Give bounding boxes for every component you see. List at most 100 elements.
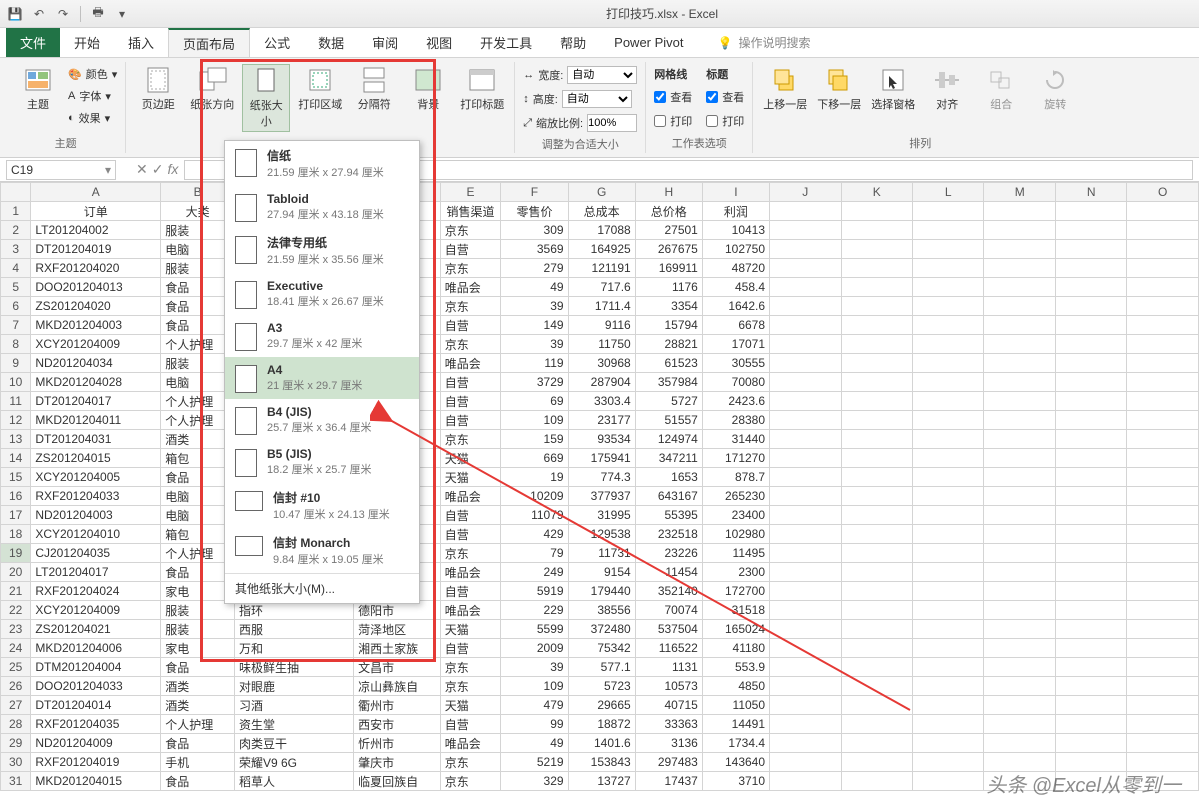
cell[interactable]: 西服 (234, 620, 353, 639)
cell[interactable]: 3569 (501, 240, 568, 259)
printarea-button[interactable]: 打印区域 (296, 64, 344, 114)
cell[interactable]: 5919 (501, 582, 568, 601)
row-header[interactable]: 16 (1, 487, 31, 506)
cell[interactable]: 30968 (568, 354, 635, 373)
cell[interactable]: 11454 (635, 563, 702, 582)
cell[interactable]: 878.7 (702, 468, 769, 487)
cell[interactable]: MKD201204028 (31, 373, 161, 392)
cell[interactable]: LT201204002 (31, 221, 161, 240)
cell[interactable]: 352140 (635, 582, 702, 601)
cell[interactable]: 69 (501, 392, 568, 411)
cell[interactable]: 70074 (635, 601, 702, 620)
cell[interactable]: XCY201204009 (31, 335, 161, 354)
cell[interactable]: ZS201204020 (31, 297, 161, 316)
cell[interactable]: 自营 (440, 715, 501, 734)
quickprint-icon[interactable]: 🖶 (89, 5, 107, 23)
col-header-I[interactable]: I (702, 183, 769, 202)
cell[interactable]: 3303.4 (568, 392, 635, 411)
cell[interactable]: 3729 (501, 373, 568, 392)
themes-button[interactable]: 主题 (14, 64, 62, 114)
col-header-J[interactable]: J (770, 183, 841, 202)
cell[interactable]: 717.6 (568, 278, 635, 297)
cell[interactable]: 11079 (501, 506, 568, 525)
cell[interactable]: 文昌市 (354, 658, 441, 677)
cell[interactable]: 唯品会 (440, 734, 501, 753)
theme-fonts[interactable]: A字体 ▾ (68, 88, 117, 104)
cell[interactable]: 129538 (568, 525, 635, 544)
cell[interactable]: 自营 (440, 525, 501, 544)
cell[interactable]: 京东 (440, 677, 501, 696)
paper-option[interactable]: B5 (JIS)18.2 厘米 x 25.7 厘米 (225, 441, 419, 483)
cell[interactable]: 9116 (568, 316, 635, 335)
row-header[interactable]: 21 (1, 582, 31, 601)
width-select[interactable]: 自动 (567, 66, 637, 84)
cell[interactable]: 1401.6 (568, 734, 635, 753)
cell[interactable]: RXF201204024 (31, 582, 161, 601)
col-header-N[interactable]: N (1055, 183, 1126, 202)
cell[interactable]: 个人护理 (161, 715, 235, 734)
tab-insert[interactable]: 插入 (114, 28, 168, 57)
cell[interactable]: 377937 (568, 487, 635, 506)
paper-size-dropdown[interactable]: 信纸21.59 厘米 x 27.94 厘米Tabloid27.94 厘米 x 4… (224, 140, 420, 604)
cell[interactable]: RXF201204020 (31, 259, 161, 278)
paper-option[interactable]: A421 厘米 x 29.7 厘米 (225, 357, 419, 399)
cell[interactable]: 资生堂 (234, 715, 353, 734)
cell[interactable]: 61523 (635, 354, 702, 373)
cell[interactable]: 3710 (702, 772, 769, 791)
cell[interactable]: 179440 (568, 582, 635, 601)
group-button[interactable]: 组合 (977, 64, 1025, 114)
col-header-F[interactable]: F (501, 183, 568, 202)
cell[interactable]: 309 (501, 221, 568, 240)
cell[interactable]: 肇庆市 (354, 753, 441, 772)
margins-button[interactable]: 页边距 (134, 64, 182, 114)
cell[interactable]: 唯品会 (440, 278, 501, 297)
row-header[interactable]: 2 (1, 221, 31, 240)
cell[interactable]: 6678 (702, 316, 769, 335)
cell[interactable]: 唯品会 (440, 601, 501, 620)
cell[interactable]: 232518 (635, 525, 702, 544)
cell[interactable]: XCY201204005 (31, 468, 161, 487)
tab-powerpivot[interactable]: Power Pivot (600, 28, 697, 57)
cell[interactable]: 14491 (702, 715, 769, 734)
table-header-cell[interactable]: 订单 (31, 202, 161, 221)
cell[interactable]: 11750 (568, 335, 635, 354)
cell[interactable]: 2009 (501, 639, 568, 658)
cell[interactable]: ND201204034 (31, 354, 161, 373)
fx-icon[interactable]: fx (167, 161, 178, 178)
cell[interactable]: 165024 (702, 620, 769, 639)
cell[interactable]: 49 (501, 278, 568, 297)
cell[interactable]: LT201204017 (31, 563, 161, 582)
cell[interactable]: 5727 (635, 392, 702, 411)
cell[interactable]: 万和 (234, 639, 353, 658)
cell[interactable]: RXF201204035 (31, 715, 161, 734)
row-header[interactable]: 30 (1, 753, 31, 772)
cell[interactable]: MKD201204003 (31, 316, 161, 335)
cell[interactable]: 5723 (568, 677, 635, 696)
cell[interactable]: DTM201204004 (31, 658, 161, 677)
cell[interactable]: 1653 (635, 468, 702, 487)
save-icon[interactable]: 💾 (6, 5, 24, 23)
table-header-cell[interactable]: 总价格 (635, 202, 702, 221)
cell[interactable]: 23400 (702, 506, 769, 525)
col-header-M[interactable]: M (984, 183, 1055, 202)
tab-data[interactable]: 数据 (304, 28, 358, 57)
paper-option[interactable]: Executive18.41 厘米 x 26.67 厘米 (225, 273, 419, 315)
cell[interactable]: 39 (501, 658, 568, 677)
cell[interactable]: 天猫 (440, 449, 501, 468)
cell[interactable]: 衢州市 (354, 696, 441, 715)
col-header-O[interactable]: O (1127, 183, 1199, 202)
height-select[interactable]: 自动 (562, 90, 632, 108)
cell[interactable]: 5599 (501, 620, 568, 639)
cell[interactable]: 自营 (440, 316, 501, 335)
cell[interactable]: 41180 (702, 639, 769, 658)
table-header-cell[interactable]: 销售渠道 (440, 202, 501, 221)
cell[interactable]: 40715 (635, 696, 702, 715)
row-header[interactable]: 4 (1, 259, 31, 278)
paper-option[interactable]: 信纸21.59 厘米 x 27.94 厘米 (225, 141, 419, 186)
theme-effects[interactable]: ◐效果 ▾ (68, 110, 117, 126)
cell[interactable]: 酒类 (161, 696, 235, 715)
cell[interactable]: 17071 (702, 335, 769, 354)
cell[interactable]: 2300 (702, 563, 769, 582)
cell[interactable]: 38556 (568, 601, 635, 620)
cell[interactable]: 159 (501, 430, 568, 449)
